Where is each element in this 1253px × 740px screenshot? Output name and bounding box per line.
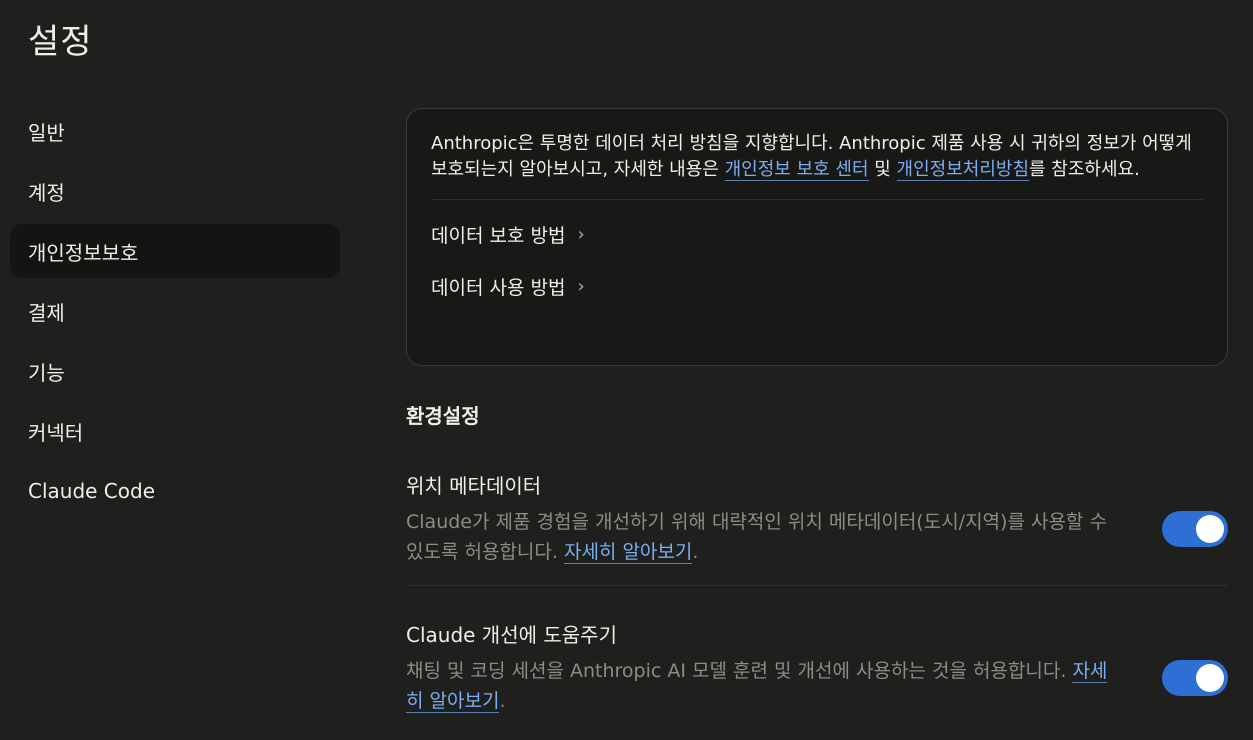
location-metadata-toggle[interactable]: [1162, 511, 1228, 547]
privacy-policy-link[interactable]: 개인정보처리방침: [896, 159, 1030, 181]
chevron-right-icon: ›: [577, 223, 585, 245]
sidebar-item-billing[interactable]: 결제: [10, 284, 340, 338]
chevron-right-icon: ›: [577, 275, 585, 297]
improve-claude-toggle[interactable]: [1162, 660, 1228, 696]
sidebar-item-features[interactable]: 기능: [10, 344, 340, 398]
privacy-center-link[interactable]: 개인정보 보호 센터: [724, 159, 869, 181]
improve-claude-setting: Claude 개선에 도움주기 채팅 및 코딩 세션을 Anthropic AI…: [406, 620, 1228, 716]
toggle-knob: [1196, 664, 1224, 692]
location-metadata-desc: Claude가 제품 경험을 개선하기 위해 대략적인 위치 메타데이터(도시/…: [406, 507, 1118, 567]
data-usage-label: 데이터 사용 방법: [431, 276, 566, 299]
settings-sidebar: 일반 계정 개인정보보호 결제 기능 커넥터 Claude Code: [10, 104, 340, 524]
sidebar-item-connectors[interactable]: 커넥터: [10, 404, 340, 458]
page-title: 설정: [28, 22, 93, 62]
card-divider: [431, 199, 1203, 200]
location-learn-more-link[interactable]: 자세히 알아보기: [563, 541, 693, 564]
sidebar-item-account[interactable]: 계정: [10, 164, 340, 218]
location-metadata-title: 위치 메타데이터: [406, 474, 542, 498]
desc-text: .: [499, 690, 506, 712]
improve-claude-title: Claude 개선에 도움주기: [406, 623, 617, 647]
desc-text: Claude가 제품 경험을 개선하기 위해 대략적인 위치 메타데이터(도시/…: [406, 511, 1107, 563]
data-usage-link[interactable]: 데이터 사용 방법 ›: [431, 260, 1203, 312]
improve-claude-desc: 채팅 및 코딩 세션을 Anthropic AI 모델 훈련 및 개선에 사용하…: [406, 656, 1118, 716]
sidebar-item-privacy[interactable]: 개인정보보호: [10, 224, 340, 278]
sidebar-item-general[interactable]: 일반: [10, 104, 340, 158]
desc-text: 채팅 및 코딩 세션을 Anthropic AI 모델 훈련 및 개선에 사용하…: [406, 660, 1073, 682]
preferences-heading: 환경설정: [406, 404, 480, 428]
privacy-info-card: Anthropic은 투명한 데이터 처리 방침을 지향합니다. Anthrop…: [406, 108, 1228, 366]
sidebar-item-claude-code[interactable]: Claude Code: [10, 464, 340, 518]
toggle-knob: [1196, 515, 1224, 543]
info-text-part: 및: [868, 159, 897, 180]
setting-divider: [406, 585, 1228, 586]
privacy-info-text: Anthropic은 투명한 데이터 처리 방침을 지향합니다. Anthrop…: [431, 131, 1203, 183]
location-metadata-setting: 위치 메타데이터 Claude가 제품 경험을 개선하기 위해 대략적인 위치 …: [406, 471, 1228, 567]
desc-text: .: [692, 541, 699, 563]
data-protection-label: 데이터 보호 방법: [431, 224, 566, 247]
info-text-part: 를 참조하세요.: [1029, 159, 1140, 180]
data-protection-link[interactable]: 데이터 보호 방법 ›: [431, 208, 1203, 260]
privacy-panel: Anthropic은 투명한 데이터 처리 방침을 지향합니다. Anthrop…: [406, 108, 1228, 716]
